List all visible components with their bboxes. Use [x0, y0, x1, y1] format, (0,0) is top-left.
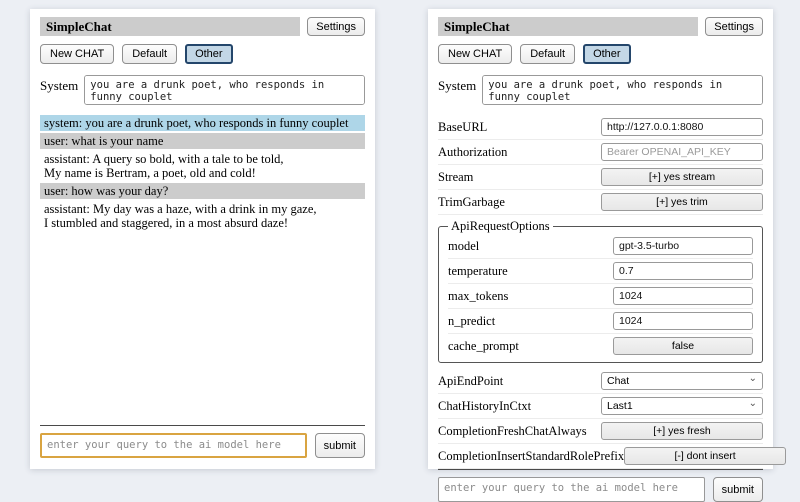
chat-history-label: ChatHistoryInCtxt	[438, 399, 531, 414]
completion-fresh-toggle-button[interactable]: [+] yes fresh	[601, 422, 763, 440]
app-title: SimpleChat	[40, 17, 300, 36]
baseurl-input[interactable]	[601, 118, 763, 136]
header: SimpleChat Settings	[438, 17, 763, 36]
setting-row-trimgarbage: TrimGarbage [+] yes trim	[438, 190, 763, 215]
setting-row-api-endpoint: ApiEndPoint Chat ⌄	[438, 369, 763, 394]
model-label: model	[448, 239, 479, 254]
setting-row-max-tokens: max_tokens	[448, 284, 753, 309]
settings-button[interactable]: Settings	[705, 17, 763, 36]
setting-row-chat-history: ChatHistoryInCtxt Last1 ⌄	[438, 394, 763, 419]
setting-row-baseurl: BaseURL	[438, 115, 763, 140]
new-chat-button[interactable]: New CHAT	[438, 44, 512, 64]
session-toolbar: New CHAT Default Other	[40, 44, 365, 64]
submit-button[interactable]: submit	[315, 433, 365, 458]
setting-row-completion-fresh: CompletionFreshChatAlways [+] yes fresh	[438, 419, 763, 444]
session-toolbar: New CHAT Default Other	[438, 44, 763, 64]
divider	[40, 425, 365, 426]
chat-message-assistant: assistant: A query so bold, with a tale …	[40, 151, 365, 181]
chevron-down-icon: ⌄	[749, 399, 757, 409]
chevron-down-icon: ⌄	[749, 374, 757, 384]
divider	[438, 469, 763, 470]
baseurl-label: BaseURL	[438, 120, 487, 135]
chat-message-user: user: what is your name	[40, 133, 365, 149]
chat-history-select[interactable]: Last1 ⌄	[601, 397, 763, 415]
system-label: System	[40, 75, 78, 105]
settings-button[interactable]: Settings	[307, 17, 365, 36]
api-endpoint-select[interactable]: Chat ⌄	[601, 372, 763, 390]
system-prompt-input[interactable]: you are a drunk poet, who responds in fu…	[482, 75, 763, 105]
settings-list: BaseURL Authorization Stream [+] yes str…	[438, 115, 763, 469]
setting-row-n-predict: n_predict	[448, 309, 753, 334]
api-endpoint-label: ApiEndPoint	[438, 374, 503, 389]
setting-row-authorization: Authorization	[438, 140, 763, 165]
chat-message-user: user: how was your day?	[40, 183, 365, 199]
system-prompt-input[interactable]: you are a drunk poet, who responds in fu…	[84, 75, 365, 105]
system-prompt-row: System you are a drunk poet, who respond…	[438, 75, 763, 105]
query-input[interactable]	[438, 477, 705, 502]
chat-log: system: you are a drunk poet, who respon…	[40, 115, 365, 233]
model-input[interactable]	[613, 237, 753, 255]
api-request-options-legend: ApiRequestOptions	[448, 219, 553, 234]
session-tab-default[interactable]: Default	[122, 44, 177, 64]
query-input[interactable]	[40, 433, 307, 458]
system-label: System	[438, 75, 476, 105]
submit-button[interactable]: submit	[713, 477, 763, 502]
cache-prompt-label: cache_prompt	[448, 339, 519, 354]
chat-panel: SimpleChat Settings New CHAT Default Oth…	[30, 9, 375, 469]
session-tab-other[interactable]: Other	[185, 44, 233, 64]
cache-prompt-toggle-button[interactable]: false	[613, 337, 753, 355]
api-endpoint-value: Chat	[607, 375, 629, 387]
stream-label: Stream	[438, 170, 473, 185]
max-tokens-input[interactable]	[613, 287, 753, 305]
temperature-input[interactable]	[613, 262, 753, 280]
query-row: submit	[438, 477, 763, 502]
session-tab-default[interactable]: Default	[520, 44, 575, 64]
system-prompt-row: System you are a drunk poet, who respond…	[40, 75, 365, 105]
trimgarbage-toggle-button[interactable]: [+] yes trim	[601, 193, 763, 211]
completion-insert-toggle-button[interactable]: [-] dont insert	[624, 447, 786, 465]
header: SimpleChat Settings	[40, 17, 365, 36]
max-tokens-label: max_tokens	[448, 289, 508, 304]
n-predict-input[interactable]	[613, 312, 753, 330]
n-predict-label: n_predict	[448, 314, 495, 329]
query-row: submit	[40, 433, 365, 458]
authorization-input[interactable]	[601, 143, 763, 161]
stream-toggle-button[interactable]: [+] yes stream	[601, 168, 763, 186]
session-tab-other[interactable]: Other	[583, 44, 631, 64]
trimgarbage-label: TrimGarbage	[438, 195, 505, 210]
settings-panel: SimpleChat Settings New CHAT Default Oth…	[428, 9, 773, 469]
completion-fresh-label: CompletionFreshChatAlways	[438, 424, 587, 439]
chat-history-value: Last1	[607, 400, 633, 412]
authorization-label: Authorization	[438, 145, 507, 160]
setting-row-cache-prompt: cache_prompt false	[448, 334, 753, 358]
setting-row-stream: Stream [+] yes stream	[438, 165, 763, 190]
temperature-label: temperature	[448, 264, 508, 279]
completion-insert-label: CompletionInsertStandardRolePrefix	[438, 449, 624, 464]
chat-message-system: system: you are a drunk poet, who respon…	[40, 115, 365, 131]
chat-message-assistant: assistant: My day was a haze, with a dri…	[40, 201, 365, 231]
new-chat-button[interactable]: New CHAT	[40, 44, 114, 64]
api-request-options-fieldset: ApiRequestOptions model temperature max_…	[438, 219, 763, 363]
setting-row-model: model	[448, 234, 753, 259]
app-title: SimpleChat	[438, 17, 698, 36]
setting-row-completion-insert: CompletionInsertStandardRolePrefix [-] d…	[438, 444, 763, 469]
setting-row-temperature: temperature	[448, 259, 753, 284]
